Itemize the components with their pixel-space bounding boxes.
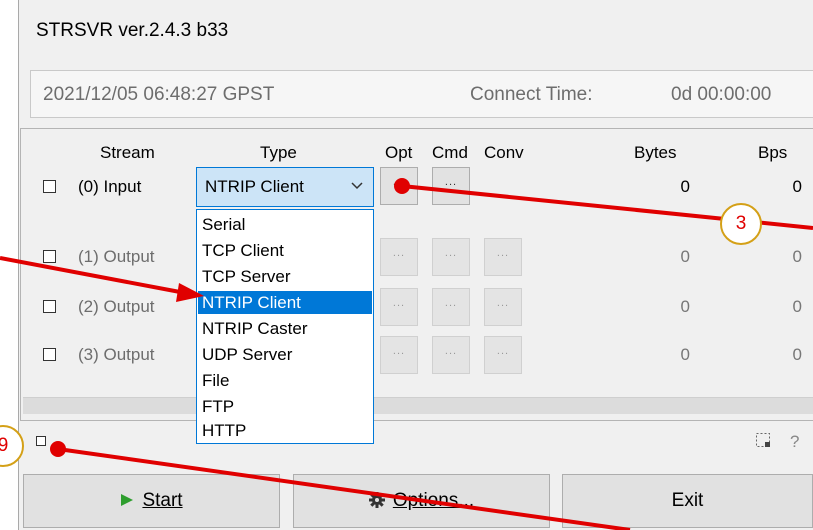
stream-1-label: (1) Output: [78, 247, 155, 266]
stream-2-checkbox[interactable]: [43, 300, 56, 313]
type-option-ftp[interactable]: FTP: [198, 395, 372, 418]
type-option-tcp-client[interactable]: TCP Client: [198, 239, 372, 262]
stream-0-bytes: 0: [680, 177, 690, 196]
exit-button[interactable]: Exit: [562, 474, 813, 528]
stream-0-type-value: NTRIP Client: [205, 177, 304, 196]
stream-2-label: (2) Output: [78, 297, 155, 316]
stream-0-cmd-button[interactable]: ...: [432, 167, 470, 205]
resize-grip-icon: [756, 433, 770, 447]
start-button[interactable]: Start: [23, 474, 280, 528]
stream-0-opt-button[interactable]: ...: [380, 167, 418, 205]
col-header-opt: Opt: [385, 143, 413, 162]
stream-2-bytes: 0: [680, 297, 690, 316]
type-dropdown-list: Serial TCP Client TCP Server NTRIP Clien…: [196, 209, 374, 444]
type-option-serial[interactable]: Serial: [198, 213, 372, 236]
col-header-bps: Bps: [758, 143, 788, 162]
stream-1-conv-button[interactable]: ...: [484, 238, 522, 276]
stream-3-bps: 0: [792, 345, 802, 364]
help-icon[interactable]: ?: [790, 432, 799, 452]
stream-1-checkbox[interactable]: [43, 250, 56, 263]
stream-2-opt-button[interactable]: ...: [380, 288, 418, 326]
stream-3-checkbox[interactable]: [43, 348, 56, 361]
stream-3-label: (3) Output: [78, 345, 155, 364]
col-header-conv: Conv: [484, 143, 524, 162]
start-label: Start: [142, 490, 183, 511]
options-button[interactable]: Options...: [293, 474, 550, 528]
window-title: STRSVR ver.2.4.3 b33: [36, 20, 229, 41]
type-option-http[interactable]: HTTP: [198, 419, 372, 442]
type-option-file[interactable]: File: [198, 369, 372, 392]
stream-1-opt-button[interactable]: ...: [380, 238, 418, 276]
info-panel: 2021/12/05 06:48:27 GPST Connect Time: 0…: [30, 70, 813, 118]
stream-3-opt-button[interactable]: ...: [380, 336, 418, 374]
col-header-type: Type: [260, 143, 297, 162]
options-label: Options...: [392, 490, 475, 511]
stream-1-bytes: 0: [680, 247, 690, 266]
type-option-ntrip-client[interactable]: NTRIP Client: [198, 291, 372, 314]
stream-0-type-select[interactable]: NTRIP Client: [196, 167, 374, 207]
datetime-display: 2021/12/05 06:48:27 GPST: [43, 84, 275, 105]
stream-panel-scrollbar[interactable]: [23, 397, 813, 414]
stream-0-checkbox[interactable]: [43, 180, 56, 193]
stream-0-bps: 0: [792, 177, 802, 196]
stream-3-bytes: 0: [680, 345, 690, 364]
stream-2-bps: 0: [792, 297, 802, 316]
connect-time-value: 0d 00:00:00: [671, 84, 772, 105]
type-option-udp-server[interactable]: UDP Server: [198, 343, 372, 366]
trace-checkbox[interactable]: [36, 436, 46, 446]
stream-3-conv-button[interactable]: ...: [484, 336, 522, 374]
play-icon: [121, 494, 134, 506]
callout-3: 3: [720, 203, 762, 245]
exit-label: Exit: [671, 490, 704, 511]
type-option-ntrip-caster[interactable]: NTRIP Caster: [198, 317, 372, 340]
chevron-down-icon: [351, 182, 363, 190]
col-header-cmd: Cmd: [432, 143, 468, 162]
stream-1-bps: 0: [792, 247, 802, 266]
stream-1-cmd-button[interactable]: ...: [432, 238, 470, 276]
stream-2-conv-button[interactable]: ...: [484, 288, 522, 326]
type-option-tcp-server[interactable]: TCP Server: [198, 265, 372, 288]
stream-0-label: (0) Input: [78, 177, 142, 196]
connect-time-label: Connect Time:: [470, 84, 593, 105]
col-header-bytes: Bytes: [634, 143, 677, 162]
col-header-stream: Stream: [100, 143, 155, 162]
gear-icon: [368, 492, 385, 508]
stream-2-cmd-button[interactable]: ...: [432, 288, 470, 326]
stream-3-cmd-button[interactable]: ...: [432, 336, 470, 374]
